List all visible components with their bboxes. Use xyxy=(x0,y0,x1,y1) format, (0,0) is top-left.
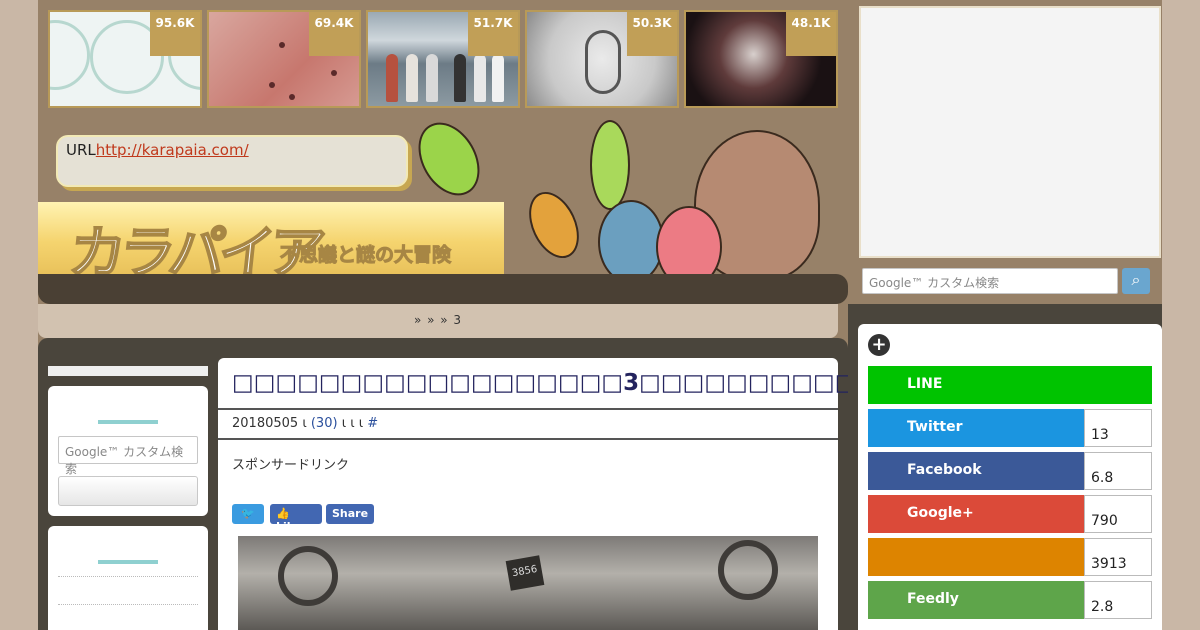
right-column-top: Google™ カスタム検索 ⌕ xyxy=(848,0,1162,304)
share-row-feedly[interactable]: Feedly 2.8 xyxy=(868,581,1152,619)
share-count: 6.8 xyxy=(1084,452,1152,490)
tweet-button[interactable]: 🐦 xyxy=(232,504,264,524)
right-column: + LINE Twitter 13 Facebook 6.8 Google+ 7… xyxy=(848,304,1162,630)
share-row-facebook[interactable]: Facebook 6.8 xyxy=(868,452,1152,490)
article-photo: 3856 xyxy=(238,536,818,630)
comment-count-link[interactable]: (30) xyxy=(311,416,338,431)
facebook-like-button[interactable]: 👍 Like xyxy=(270,504,322,533)
thumb-decor xyxy=(492,54,504,102)
article: □□□□□□□□□□□□□□□□□□3□□□□□□□□□□□□□□□□□ 201… xyxy=(218,358,1009,630)
share-row-googleplus[interactable]: Google+ 790 xyxy=(868,495,1152,533)
thumbnail-4[interactable]: 50.3K xyxy=(525,10,679,108)
main-content-area: Google™ カスタム検索 □□□□□□□□□□□□□□□□□□3□□□□□□… xyxy=(38,338,1009,630)
thumb-decor xyxy=(279,42,285,48)
search-button[interactable]: ⌕ xyxy=(1122,268,1150,294)
thumb-decor xyxy=(585,30,621,94)
thumbnail-count: 95.6K xyxy=(150,12,200,56)
site-url-box: URLhttp://karapaia.com/ xyxy=(56,135,408,187)
thumb-decor xyxy=(406,54,418,102)
site-tagline: 不思議と謎の大冒険 xyxy=(279,244,452,267)
share-widget: + LINE Twitter 13 Facebook 6.8 Google+ 7… xyxy=(858,324,1162,630)
url-prefix: URL xyxy=(66,141,96,159)
site-url-link[interactable]: http://karapaia.com/ xyxy=(96,141,249,159)
share-row-line[interactable]: LINE xyxy=(868,366,1152,404)
header-bottom-bar xyxy=(38,274,848,304)
thumb-decor xyxy=(269,82,275,88)
share-count: 13 xyxy=(1084,409,1152,447)
page-wrapper: 95.6K 69.4K 51.7K 50.3K 48.1K URLhttp:// xyxy=(38,0,1162,630)
thumbnail-count: 69.4K xyxy=(309,12,359,56)
article-date: 20180505 xyxy=(232,416,299,431)
thumbs-up-icon: 👍 xyxy=(276,507,290,520)
meta-separator: ι ι ι xyxy=(341,416,364,431)
category-link[interactable]: # xyxy=(367,416,378,431)
search-icon: ⌕ xyxy=(1131,270,1141,289)
thumbnail-2[interactable]: 69.4K xyxy=(207,10,361,108)
photo-decor xyxy=(278,546,338,606)
popular-thumbnails: 95.6K 69.4K 51.7K 50.3K 48.1K xyxy=(48,10,838,108)
thumb-decor xyxy=(331,70,337,76)
thumbnail-count: 51.7K xyxy=(468,12,518,56)
mascot-butterfly-icon xyxy=(590,120,630,210)
mascot-bug-icon xyxy=(519,183,589,267)
share-label xyxy=(868,538,1084,576)
mascot-blue-bird-icon xyxy=(598,200,664,284)
plus-icon[interactable]: + xyxy=(868,334,890,356)
facebook-share-button[interactable]: Share xyxy=(326,504,374,524)
share-row-hatena[interactable]: 3913 xyxy=(868,538,1152,576)
left-sidebar-top xyxy=(48,366,208,376)
divider xyxy=(218,438,838,440)
thumbnail-5[interactable]: 48.1K xyxy=(684,10,838,108)
right-search-input[interactable]: Google™ カスタム検索 xyxy=(862,268,1118,294)
thumb-decor xyxy=(474,54,486,102)
meta-separator: ι xyxy=(302,416,307,431)
thumb-decor xyxy=(289,94,295,100)
like-label: Like xyxy=(276,520,302,533)
widget-title-bar xyxy=(98,560,158,564)
left-search-widget: Google™ カスタム検索 xyxy=(48,386,208,516)
share-count: 3913 xyxy=(1084,538,1152,576)
ad-placeholder xyxy=(859,6,1161,258)
thumbnail-count: 48.1K xyxy=(786,12,836,56)
mascot-butterfly-icon xyxy=(406,111,492,207)
photo-decor xyxy=(718,540,778,600)
share-count: 790 xyxy=(1084,495,1152,533)
divider xyxy=(58,604,198,605)
thumb-decor xyxy=(454,54,466,102)
share-count: 2.8 xyxy=(1084,581,1152,619)
share-label: LINE xyxy=(868,366,1152,404)
thumbnail-count: 50.3K xyxy=(627,12,677,56)
twitter-icon: 🐦 xyxy=(241,507,255,520)
share-label: Google+ xyxy=(868,495,1084,533)
article-meta: 20180505 ι (30) ι ι ι # xyxy=(232,416,378,431)
site-logo-banner[interactable]: カラパイア 不思議と謎の大冒険 xyxy=(38,202,504,287)
thumbnail-1[interactable]: 95.6K xyxy=(48,10,202,108)
left-search-input[interactable]: Google™ カスタム検索 xyxy=(58,436,198,476)
thumb-decor xyxy=(50,20,90,90)
widget-title-bar xyxy=(98,420,158,424)
divider xyxy=(218,408,838,410)
share-label: Facebook xyxy=(868,452,1084,490)
share-label: Feedly xyxy=(868,581,1084,619)
thumbnail-3[interactable]: 51.7K xyxy=(366,10,520,108)
left-widget-2 xyxy=(48,526,208,630)
left-search-button[interactable] xyxy=(58,476,198,506)
share-label: Twitter xyxy=(868,409,1084,447)
share-row-twitter[interactable]: Twitter 13 xyxy=(868,409,1152,447)
sponsored-link-label: スポンサードリンク xyxy=(232,458,350,473)
breadcrumb[interactable]: » » » 3 xyxy=(38,304,838,338)
thumb-decor xyxy=(386,54,398,102)
thumb-decor xyxy=(426,54,438,102)
photo-plate: 3856 xyxy=(505,555,545,591)
divider xyxy=(58,576,198,577)
